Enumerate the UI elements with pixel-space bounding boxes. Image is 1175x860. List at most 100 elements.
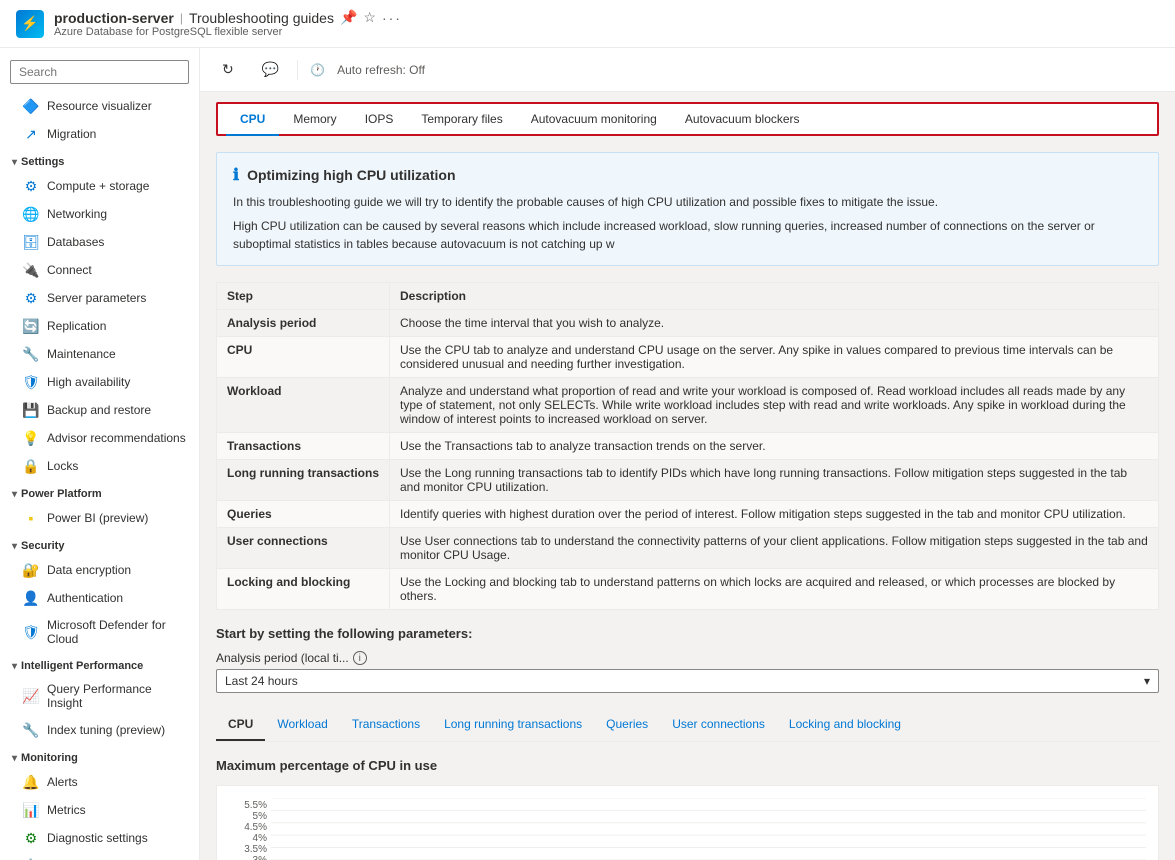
- networking-icon: 🌐: [23, 206, 39, 222]
- analysis-tab-workload[interactable]: Workload: [265, 709, 339, 741]
- param-label: Analysis period (local ti... i: [216, 651, 1159, 665]
- sidebar-item-power-bi[interactable]: ▪ Power BI (preview): [0, 504, 199, 532]
- analysis-tabs: CPU Workload Transactions Long running t…: [216, 709, 1159, 742]
- chevron-icon: ▾: [12, 157, 17, 168]
- sidebar-item-authentication[interactable]: 👤 Authentication: [0, 584, 199, 612]
- sidebar-item-label: Power BI (preview): [47, 511, 148, 525]
- sidebar-item-resource-visualizer[interactable]: 🔷 Resource visualizer: [0, 92, 199, 120]
- sidebar-item-query-insight[interactable]: 📈 Query Performance Insight: [0, 676, 199, 716]
- advisor-icon: 💡: [23, 430, 39, 446]
- settings-group-header[interactable]: ▾ Settings: [0, 148, 199, 172]
- intelligent-perf-group-header[interactable]: ▾ Intelligent Performance: [0, 652, 199, 676]
- step-cell: Queries: [217, 501, 390, 528]
- sidebar-item-server-parameters[interactable]: ⚙ Server parameters: [0, 284, 199, 312]
- analysis-tab-cpu[interactable]: CPU: [216, 709, 265, 741]
- sidebar-item-label: Index tuning (preview): [47, 723, 165, 737]
- sidebar-item-migration[interactable]: ↗ Migration: [0, 120, 199, 148]
- refresh-button[interactable]: ↻: [216, 57, 244, 82]
- analysis-tab-transactions[interactable]: Transactions: [340, 709, 432, 741]
- analysis-tab-queries[interactable]: Queries: [594, 709, 660, 741]
- topbar-subtitle: Troubleshooting guides: [189, 10, 334, 26]
- table-row: Locking and blockingUse the Locking and …: [217, 569, 1159, 610]
- analysis-tab-long-running[interactable]: Long running transactions: [432, 709, 594, 741]
- sidebar-item-backup-restore[interactable]: 💾 Backup and restore: [0, 396, 199, 424]
- search-input[interactable]: [10, 60, 189, 84]
- desc-cell: Use the Locking and blocking tab to unde…: [390, 569, 1159, 610]
- analysis-period-select[interactable]: Last 24 hours ▾: [216, 669, 1159, 693]
- topbar-meta: production-server | Troubleshooting guid…: [54, 9, 402, 38]
- security-group-header[interactable]: ▾ Security: [0, 532, 199, 556]
- info-text-2: High CPU utilization can be caused by se…: [233, 217, 1142, 253]
- sidebar-item-connect[interactable]: 🔌 Connect: [0, 256, 199, 284]
- sidebar-item-maintenance[interactable]: 🔧 Maintenance: [0, 340, 199, 368]
- sidebar-item-databases[interactable]: 🗄 Databases: [0, 228, 199, 256]
- topbar: ⚡ production-server | Troubleshooting gu…: [0, 0, 1175, 48]
- monitoring-group-header[interactable]: ▾ Monitoring: [0, 744, 199, 768]
- chevron-icon: ▾: [12, 541, 17, 552]
- compute-icon: ⚙: [23, 178, 39, 194]
- tab-autovacuum-monitoring[interactable]: Autovacuum monitoring: [517, 104, 671, 136]
- sidebar-item-label: Server parameters: [47, 291, 146, 305]
- table-row: CPUUse the CPU tab to analyze and unders…: [217, 337, 1159, 378]
- step-cell: CPU: [217, 337, 390, 378]
- sidebar-item-label: Locks: [47, 459, 78, 473]
- sidebar-item-high-availability[interactable]: 🛡 High availability: [0, 368, 199, 396]
- sidebar-item-label: Metrics: [47, 803, 86, 817]
- sidebar-item-label: Authentication: [47, 591, 123, 605]
- table-row: WorkloadAnalyze and understand what prop…: [217, 378, 1159, 433]
- topbar-title: production-server: [54, 10, 174, 26]
- info-circle-icon[interactable]: i: [353, 651, 367, 665]
- backup-icon: 💾: [23, 402, 39, 418]
- topbar-subtitle-small: Azure Database for PostgreSQL flexible s…: [54, 26, 402, 38]
- col-desc: Description: [390, 283, 1159, 310]
- tab-nav: CPU Memory IOPS Temporary files Autovacu…: [218, 104, 1157, 134]
- diagnostic-icon: ⚙: [23, 830, 39, 846]
- sidebar-item-compute-storage[interactable]: ⚙ Compute + storage: [0, 172, 199, 200]
- content-body: ℹ Optimizing high CPU utilization In thi…: [200, 136, 1175, 860]
- sidebar-item-locks[interactable]: 🔒 Locks: [0, 452, 199, 480]
- sidebar-item-index-tuning[interactable]: 🔧 Index tuning (preview): [0, 716, 199, 744]
- info-icon: ℹ: [233, 165, 239, 185]
- sidebar-item-label: Databases: [47, 235, 104, 249]
- migration-icon: ↗: [23, 126, 39, 142]
- feedback-button[interactable]: 💬: [256, 57, 285, 82]
- sidebar-item-alerts[interactable]: 🔔 Alerts: [0, 768, 199, 796]
- tab-temp-files[interactable]: Temporary files: [407, 104, 516, 136]
- step-cell: Workload: [217, 378, 390, 433]
- step-cell: User connections: [217, 528, 390, 569]
- sidebar-item-networking[interactable]: 🌐 Networking: [0, 200, 199, 228]
- star-icon[interactable]: ☆: [363, 9, 376, 26]
- sidebar-item-defender[interactable]: 🛡 Microsoft Defender for Cloud: [0, 612, 199, 652]
- power-platform-group-header[interactable]: ▾ Power Platform: [0, 480, 199, 504]
- chart-section: Maximum percentage of CPU in use 5.5% 5%…: [216, 758, 1159, 860]
- tab-autovacuum-blockers[interactable]: Autovacuum blockers: [671, 104, 814, 136]
- sidebar: 🔷 Resource visualizer ↗ Migration ▾ Sett…: [0, 48, 200, 860]
- sidebar-item-data-encryption[interactable]: 🔐 Data encryption: [0, 556, 199, 584]
- tab-iops[interactable]: IOPS: [351, 104, 408, 136]
- analysis-tab-locking[interactable]: Locking and blocking: [777, 709, 913, 741]
- analysis-tab-user-connections[interactable]: User connections: [660, 709, 777, 741]
- clock-icon: 🕐: [310, 63, 325, 77]
- ha-icon: 🛡: [23, 374, 39, 390]
- step-cell: Transactions: [217, 433, 390, 460]
- table-row: User connectionsUse User connections tab…: [217, 528, 1159, 569]
- more-icon[interactable]: ···: [382, 10, 402, 26]
- sidebar-item-replication[interactable]: 🔄 Replication: [0, 312, 199, 340]
- sidebar-item-metrics[interactable]: 📊 Metrics: [0, 796, 199, 824]
- step-cell: Analysis period: [217, 310, 390, 337]
- power-bi-icon: ▪: [23, 510, 39, 526]
- sidebar-item-label: Alerts: [47, 775, 78, 789]
- pin-icon[interactable]: 📌: [340, 9, 357, 26]
- databases-icon: 🗄: [23, 234, 39, 250]
- sidebar-item-diagnostic-settings[interactable]: ⚙ Diagnostic settings: [0, 824, 199, 852]
- chart-title: Maximum percentage of CPU in use: [216, 758, 1159, 773]
- authentication-icon: 👤: [23, 590, 39, 606]
- chart-svg-container: [271, 798, 1146, 860]
- defender-icon: 🛡: [23, 624, 39, 640]
- topbar-separator: |: [180, 11, 183, 25]
- sidebar-item-logs[interactable]: 📋 Logs: [0, 852, 199, 860]
- sidebar-item-advisor[interactable]: 💡 Advisor recommendations: [0, 424, 199, 452]
- tab-cpu[interactable]: CPU: [226, 104, 279, 136]
- tab-memory[interactable]: Memory: [279, 104, 350, 136]
- sidebar-item-label: Microsoft Defender for Cloud: [47, 618, 187, 646]
